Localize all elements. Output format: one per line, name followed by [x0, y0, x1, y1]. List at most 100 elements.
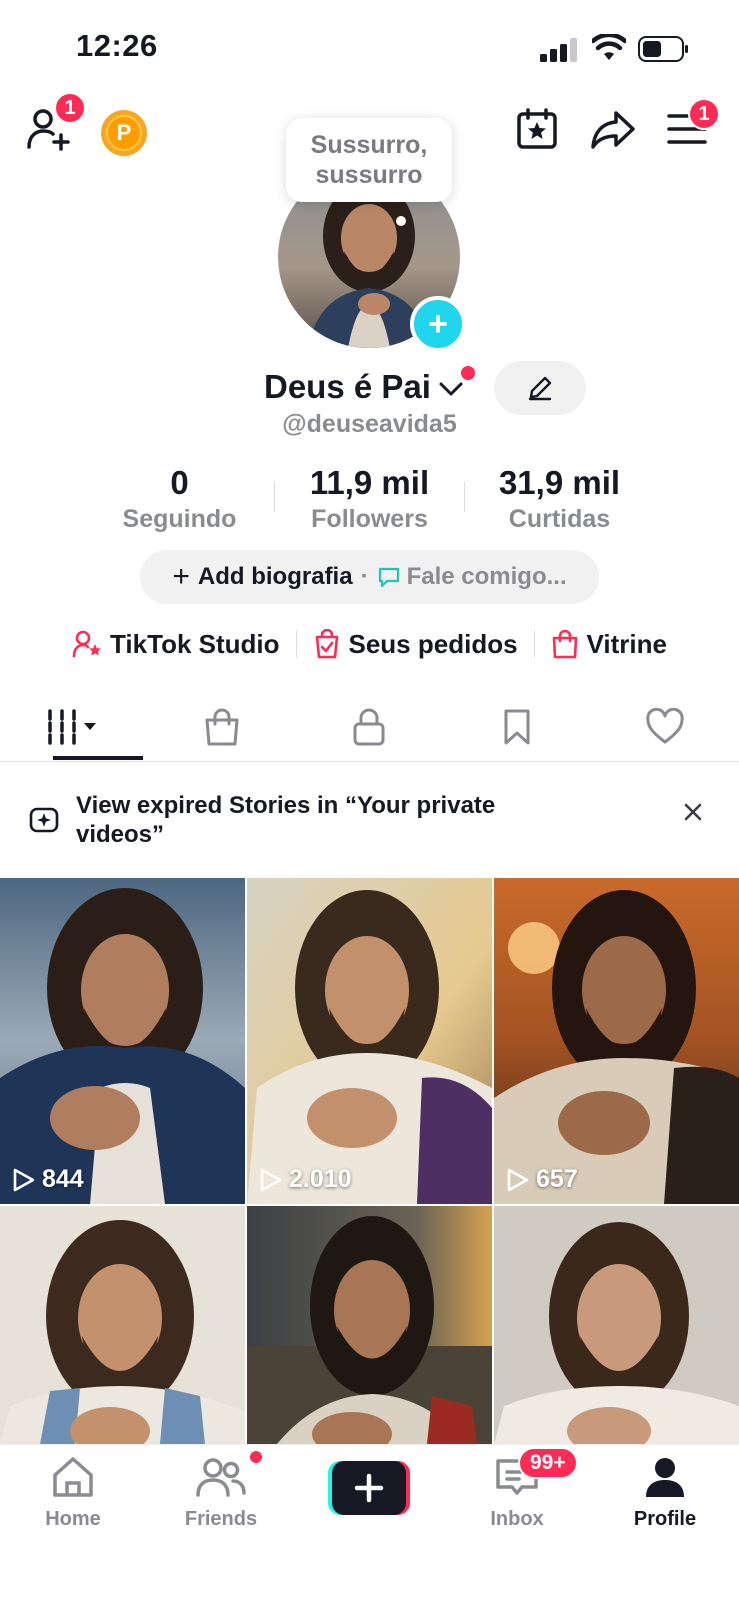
wifi-icon	[592, 34, 626, 60]
stat-following[interactable]: 0 Seguindo	[85, 462, 275, 538]
expired-stories-banner[interactable]: View expired Stories in “Your private vi…	[0, 762, 739, 878]
link-label: Seus pedidos	[348, 628, 518, 659]
view-count: 2.010	[259, 1165, 352, 1194]
person-star-icon	[72, 630, 102, 658]
close-icon[interactable]	[676, 795, 710, 829]
heart-icon	[646, 707, 684, 743]
chevron-down-icon[interactable]	[438, 380, 464, 398]
video-image	[0, 878, 245, 1204]
battery-icon	[638, 36, 688, 62]
tab-private[interactable]	[296, 692, 444, 761]
video-thumbnail[interactable]	[0, 1206, 245, 1444]
active-tab-indicator	[53, 756, 143, 760]
stat-label: Seguindo	[122, 505, 237, 533]
banner-text: View expired Stories in “Your private vi…	[76, 792, 496, 848]
menu-badge: 1	[688, 98, 720, 130]
add-bio-button[interactable]: + Add biografia · Fale comigo...	[140, 550, 599, 604]
edit-profile-button[interactable]	[494, 361, 586, 415]
profile-tabs	[0, 692, 739, 762]
shopping-bag-icon	[205, 708, 239, 745]
create-plus-icon	[328, 1461, 410, 1515]
view-count: 844	[12, 1165, 84, 1194]
friends-icon	[196, 1458, 246, 1497]
stat-label: Followers	[311, 505, 428, 533]
nav-friends[interactable]: Friends	[161, 1455, 281, 1531]
note-bubble[interactable]: Sussurro, sussurro	[286, 118, 452, 202]
showcase-link[interactable]: Vitrine	[551, 629, 667, 660]
calendar-button[interactable]	[510, 102, 564, 156]
profile-name[interactable]: Deus é Pai	[264, 368, 431, 406]
video-image	[494, 878, 739, 1204]
nav-label: Inbox	[490, 1508, 544, 1530]
bookmark-icon	[504, 709, 530, 744]
friends-notification-dot	[248, 1449, 264, 1465]
nav-label: Profile	[633, 1508, 697, 1530]
grid-videos-icon	[48, 708, 96, 745]
tiktok-studio-link[interactable]: TikTok Studio	[72, 628, 280, 660]
link-label: TikTok Studio	[110, 628, 280, 659]
video-image	[247, 1206, 492, 1444]
tab-videos[interactable]	[0, 692, 148, 761]
nav-label: Friends	[184, 1508, 258, 1530]
view-count-label: 657	[536, 1165, 578, 1193]
create-button[interactable]	[328, 1461, 410, 1515]
video-thumbnail[interactable]: 657	[494, 878, 739, 1204]
add-friends-badge: 1	[54, 92, 86, 124]
video-thumbnail[interactable]: 844	[0, 878, 245, 1204]
stat-followers[interactable]: 11,9 mil Followers	[273, 462, 465, 538]
add-story-button[interactable]: +	[410, 296, 466, 352]
calendar-star-icon	[517, 108, 557, 149]
view-count: 657	[506, 1165, 578, 1194]
tab-liked[interactable]	[591, 692, 739, 761]
shopping-bag-icon	[552, 629, 577, 659]
nav-profile[interactable]: Profile	[605, 1455, 725, 1531]
play-icon	[260, 1168, 282, 1191]
story-sparkle-icon	[29, 807, 59, 833]
chat-bubble-icon	[378, 567, 399, 588]
link-label: Vitrine	[586, 628, 667, 659]
video-thumbnail[interactable]	[247, 1206, 492, 1444]
play-icon	[507, 1168, 529, 1191]
view-count-label: 2.010	[289, 1165, 352, 1193]
video-thumbnail[interactable]	[494, 1206, 739, 1444]
chat-label: Fale comigo...	[406, 563, 567, 590]
bottom-nav: Home Friends Inbox 99+ Profile	[0, 1444, 739, 1600]
stat-label: Curtidas	[508, 505, 611, 533]
profile-handle: @deuseavida5	[282, 410, 457, 438]
nav-home[interactable]: Home	[13, 1455, 133, 1531]
name-row: Deus é Pai	[0, 362, 739, 412]
divider	[533, 630, 535, 658]
video-image	[247, 878, 492, 1204]
nav-label: Home	[45, 1508, 101, 1530]
play-icon	[13, 1168, 35, 1191]
orders-link[interactable]: Seus pedidos	[313, 629, 518, 660]
divider	[273, 482, 275, 512]
tab-saved[interactable]	[443, 692, 591, 761]
video-image	[0, 1206, 245, 1444]
tab-shop[interactable]	[148, 692, 296, 761]
profile-person-icon	[646, 1458, 684, 1497]
video-thumbnail[interactable]: 2.010	[247, 878, 492, 1204]
profile-stats: 0 Seguindo 11,9 mil Followers 31,9 mil C…	[0, 462, 739, 538]
status-time: 12:26	[76, 28, 158, 63]
lock-icon	[353, 708, 385, 745]
share-button[interactable]	[586, 102, 640, 156]
home-icon	[53, 1457, 93, 1497]
plus-icon: +	[428, 304, 448, 343]
account-switch-dot	[461, 366, 475, 380]
plus-icon: +	[172, 560, 190, 593]
inbox-badge: 99+	[518, 1447, 578, 1479]
stat-likes[interactable]: 31,9 mil Curtidas	[463, 462, 655, 538]
stat-value: 11,9 mil	[309, 464, 430, 501]
bio-separator: ·	[360, 563, 369, 590]
coins-button[interactable]: P	[101, 110, 147, 156]
note-bubble-tail	[396, 216, 406, 226]
add-bio-label: Add biografia	[197, 563, 353, 590]
signal-icon	[540, 38, 577, 62]
stat-value: 0	[170, 464, 189, 501]
stat-value: 31,9 mil	[498, 464, 621, 501]
divider	[463, 482, 465, 512]
view-count-label: 844	[42, 1165, 84, 1193]
pencil-icon	[528, 376, 552, 401]
share-arrow-icon	[591, 111, 635, 149]
